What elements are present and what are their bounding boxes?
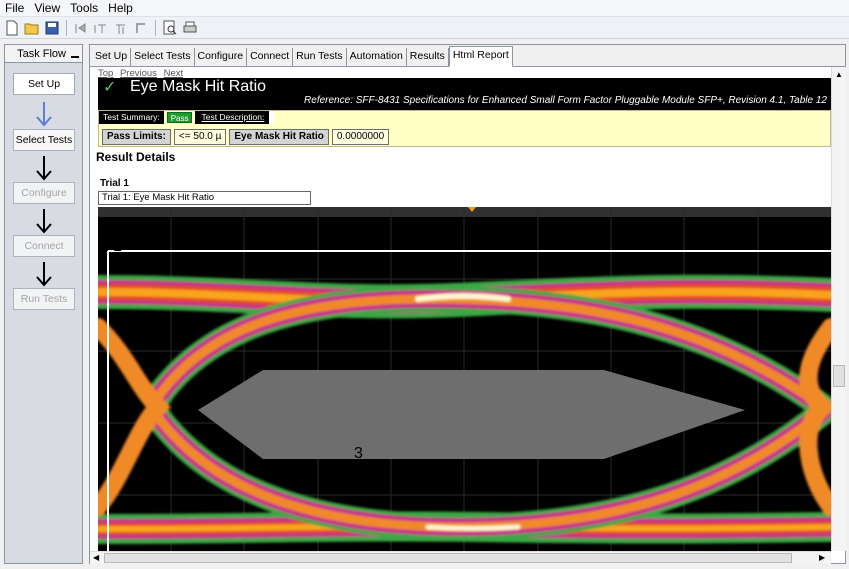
toolbar-separator (66, 19, 67, 36)
tab-select-tests[interactable]: Select Tests (131, 48, 195, 66)
tab-html-report[interactable]: Html Report (448, 46, 513, 67)
scroll-right-icon[interactable]: ▶ (819, 553, 825, 562)
tab-set-up[interactable]: Set Up (92, 48, 132, 66)
reference-text: Reference: SFF-8431 Specifications for E… (304, 95, 827, 106)
flow-step-run-tests[interactable]: Run Tests (13, 288, 75, 310)
trial-heading: Trial 1 (100, 178, 129, 189)
horizontal-scrollbar[interactable]: ◀ ▶ (90, 551, 831, 564)
horizontal-scroll-thumb[interactable] (104, 553, 792, 563)
stop-icon[interactable] (132, 19, 150, 37)
minimize-icon[interactable] (71, 55, 79, 58)
tab-automation[interactable]: Automation (347, 48, 407, 66)
vertical-scroll-thumb[interactable] (833, 365, 845, 387)
flow-step-select-tests[interactable]: Select Tests (13, 129, 75, 151)
open-folder-icon[interactable] (23, 19, 41, 37)
print-icon[interactable] (181, 19, 199, 37)
tab-connect[interactable]: Connect (247, 48, 294, 66)
run-icon[interactable] (72, 19, 90, 37)
menu-tools[interactable]: Tools (65, 0, 103, 17)
print-preview-icon[interactable] (161, 19, 179, 37)
flow-step-set-up[interactable]: Set Up (13, 73, 75, 95)
menu-view[interactable]: View (29, 0, 65, 17)
marker-3: 3 (354, 445, 363, 462)
new-file-icon[interactable] (3, 19, 21, 37)
summary-row: Test Summary: Pass Test Description: (99, 111, 275, 124)
flow-arrow-down-icon (36, 156, 52, 181)
marker-1: 1 (113, 238, 122, 255)
test-summary-box: Test Summary: Pass Test Description: Pas… (98, 110, 831, 147)
save-icon[interactable] (43, 19, 61, 37)
pass-limits-value: <= 50.0 µ (173, 129, 227, 145)
task-flow-header: Task Flow (5, 45, 82, 63)
step-over-icon[interactable] (112, 19, 130, 37)
limits-row: Pass Limits: <= 50.0 µ Eye Mask Hit Rati… (102, 129, 390, 145)
report-content: Top Previous Next ✓ Eye Mask Hit Ratio R… (90, 67, 831, 551)
test-title: Eye Mask Hit Ratio (130, 78, 267, 95)
task-flow-panel: Task Flow Set Up Select Tests Configure … (4, 44, 83, 564)
report-title-bar: ✓ Eye Mask Hit Ratio Reference: SFF-8431… (98, 78, 831, 110)
test-description-box (268, 111, 275, 124)
result-value: 0.0000000 (331, 129, 390, 145)
tab-configure[interactable]: Configure (195, 48, 248, 66)
flow-step-configure[interactable]: Configure (13, 182, 75, 204)
main-panel: Set Up Select Tests Configure Connect Ru… (89, 44, 846, 564)
scroll-up-icon[interactable]: ▲ (835, 70, 843, 79)
tab-bar: Set Up Select Tests Configure Connect Ru… (90, 45, 845, 67)
flow-arrow-down-icon (36, 102, 52, 127)
toolbar (0, 17, 849, 39)
eye-diagram-image: 1 3 (90, 207, 831, 551)
test-summary-label: Test Summary: (99, 111, 164, 124)
vertical-scrollbar[interactable]: ▲ (831, 67, 846, 551)
result-details-heading: Result Details (96, 150, 176, 164)
tab-run-tests[interactable]: Run Tests (293, 48, 347, 66)
toolbar-separator (155, 19, 156, 36)
menu-file[interactable]: File (0, 0, 29, 17)
pass-badge: Pass (166, 112, 193, 123)
check-icon: ✓ (103, 79, 117, 96)
test-description-link[interactable]: Test Description: (195, 111, 269, 124)
flow-step-connect[interactable]: Connect (13, 235, 75, 257)
menu-bar: File View Tools Help (0, 0, 849, 17)
eye-diagram: 1 3 (90, 207, 831, 551)
tab-results[interactable]: Results (407, 48, 449, 66)
pass-limits-label: Pass Limits: (102, 129, 171, 145)
trial-caption: Trial 1: Eye Mask Hit Ratio (98, 191, 311, 205)
result-label: Eye Mask Hit Ratio (229, 129, 329, 145)
flow-arrow-down-icon (36, 209, 52, 234)
flow-arrow-down-icon (36, 262, 52, 287)
step-icon[interactable] (92, 19, 110, 37)
task-flow-title: Task Flow (17, 47, 66, 60)
menu-help[interactable]: Help (103, 0, 138, 17)
scroll-left-icon[interactable]: ◀ (93, 553, 99, 562)
